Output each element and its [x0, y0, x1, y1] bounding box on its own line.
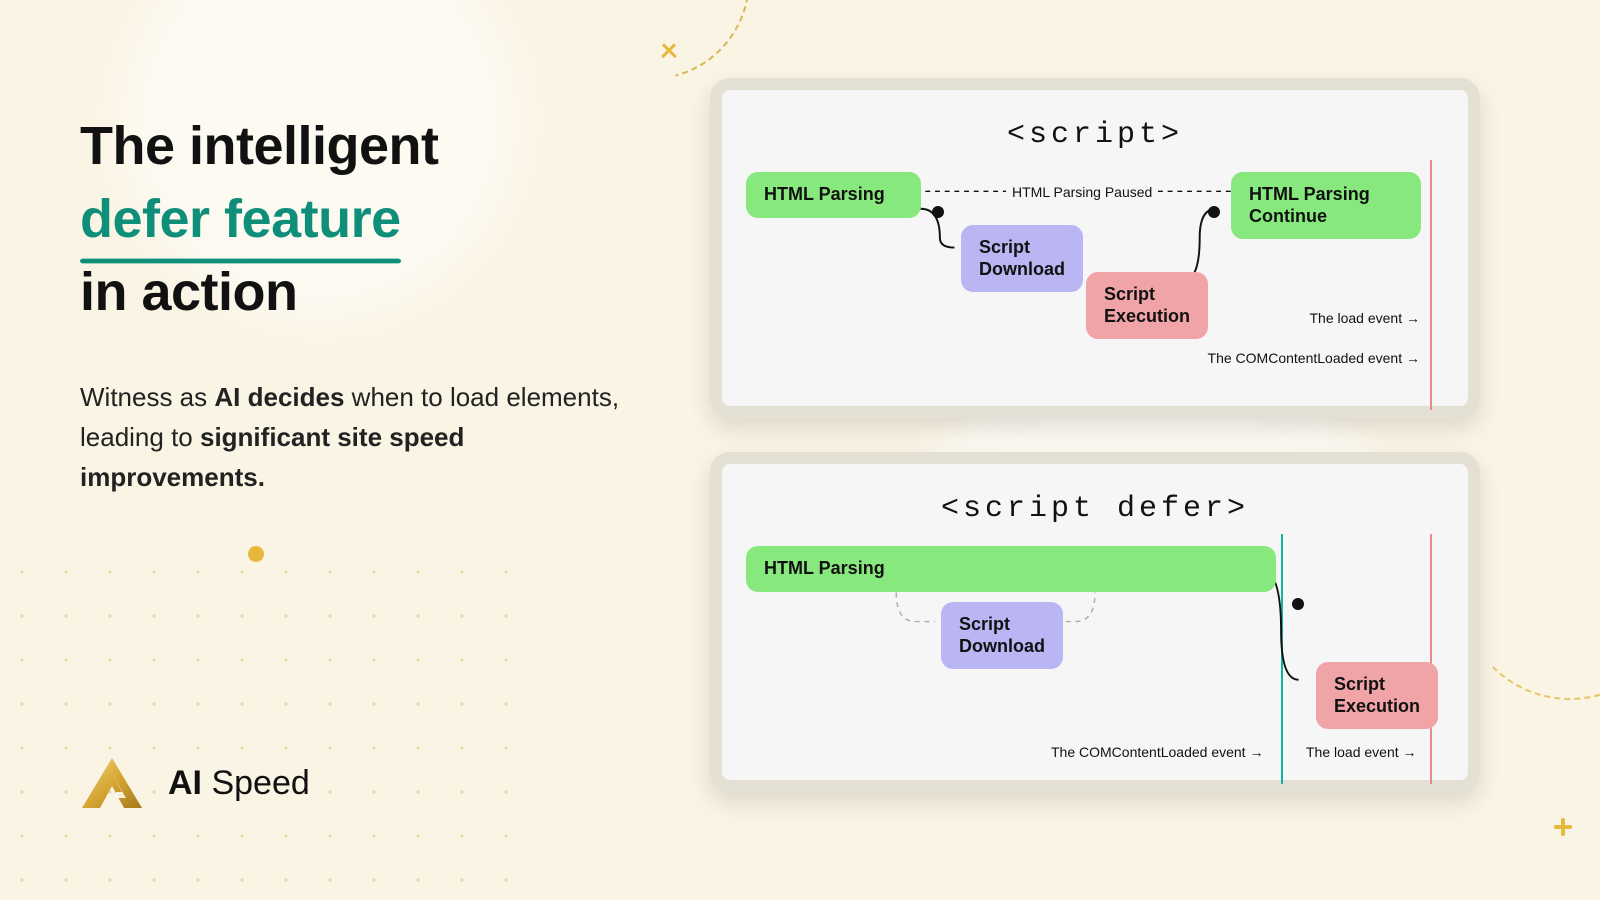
pill-script-download: Script Download	[941, 602, 1063, 669]
card-title: <script defer>	[746, 492, 1444, 526]
hero-text: The intelligent defer feature in action …	[80, 110, 620, 498]
pill-html-parsing-continue: HTML Parsing Continue	[1231, 172, 1421, 239]
label-dom-event: The COMContentLoaded event	[1208, 350, 1420, 366]
headline: The intelligent defer feature in action	[80, 110, 620, 329]
brand: AI Speed	[80, 756, 310, 810]
connector-dot	[1292, 598, 1304, 610]
brand-logo-icon	[80, 756, 144, 810]
subtext-part: Witness as	[80, 382, 214, 412]
pill-script-execution: Script Execution	[1316, 662, 1438, 729]
connector-dot	[1208, 206, 1220, 218]
dashed-arc-decoration	[1460, 480, 1600, 700]
accent-dot	[248, 546, 264, 562]
headline-line1: The intelligent	[80, 116, 439, 176]
connector-dot	[932, 206, 944, 218]
card-script-defer: <script defer> HTML Parsing Script Downl…	[710, 452, 1480, 792]
label-load-event: The load event	[1309, 310, 1420, 326]
headline-highlight: defer feature	[80, 183, 401, 256]
label-parsing-paused: HTML Parsing Paused	[1006, 184, 1158, 200]
label-dom-event: The COMContentLoaded event	[1051, 744, 1263, 760]
subheadline: Witness as AI decides when to load eleme…	[80, 377, 620, 498]
pill-script-execution: Script Execution	[1086, 272, 1208, 339]
card-script: <script> HTML Parsing HTML Parsing Pause…	[710, 78, 1480, 418]
diagram-cards: <script> HTML Parsing HTML Parsing Pause…	[710, 78, 1480, 792]
card-title: <script>	[746, 118, 1444, 152]
diagram-defer: HTML Parsing Script Download Script Exec…	[746, 544, 1444, 774]
pill-script-download: Script Download	[961, 225, 1083, 292]
headline-line2: in action	[80, 262, 298, 322]
brand-name-bold: AI	[168, 764, 202, 802]
pill-html-parsing: HTML Parsing	[746, 172, 921, 218]
plus-icon	[1554, 818, 1572, 836]
subtext-bold: AI decides	[214, 382, 344, 412]
dot-grid-decoration	[0, 550, 520, 900]
brand-name-rest: Speed	[202, 764, 310, 802]
brand-name: AI Speed	[168, 764, 310, 803]
diagram-script: HTML Parsing HTML Parsing Paused Script …	[746, 170, 1444, 400]
pill-html-parsing: HTML Parsing	[746, 546, 1276, 592]
label-load-event: The load event	[1306, 744, 1417, 760]
